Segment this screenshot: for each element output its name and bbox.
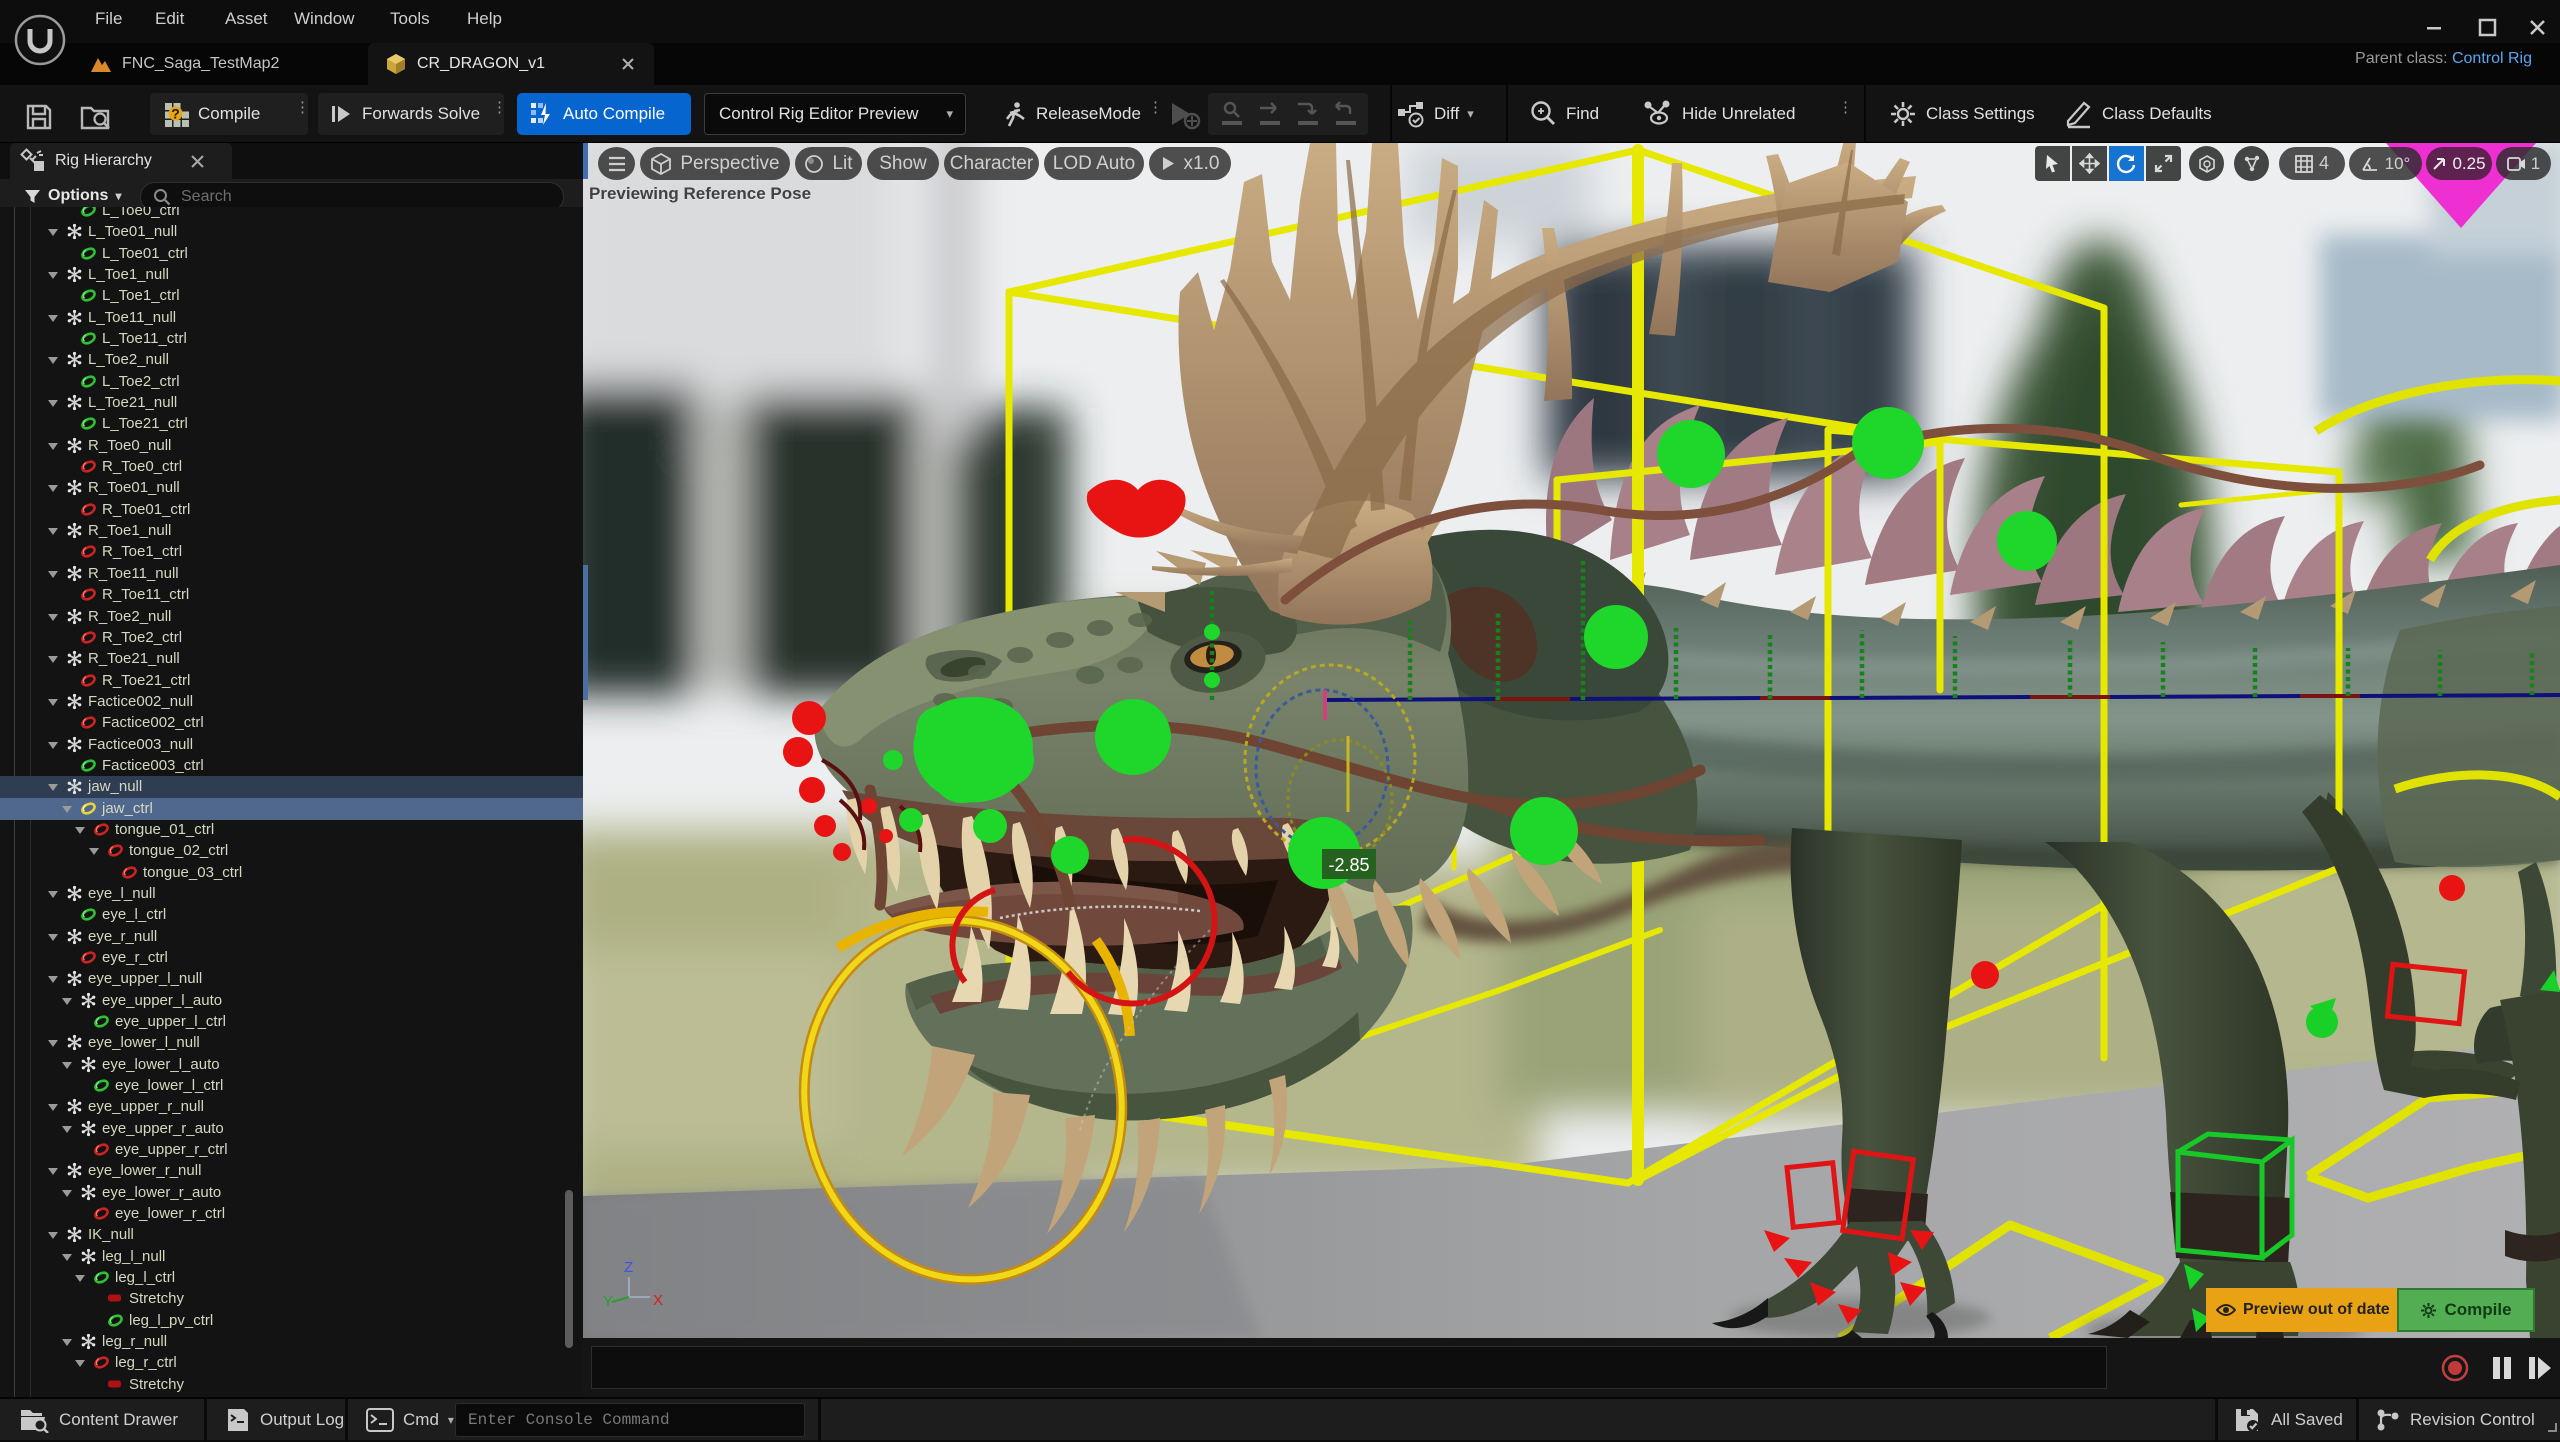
svg-text:Y: Y [603,1293,613,1310]
svg-text:X: X [653,1292,663,1309]
svg-text:?: ? [171,106,180,122]
svg-text:-2.85: -2.85 [1328,855,1369,875]
svg-text:Z: Z [624,1259,633,1276]
